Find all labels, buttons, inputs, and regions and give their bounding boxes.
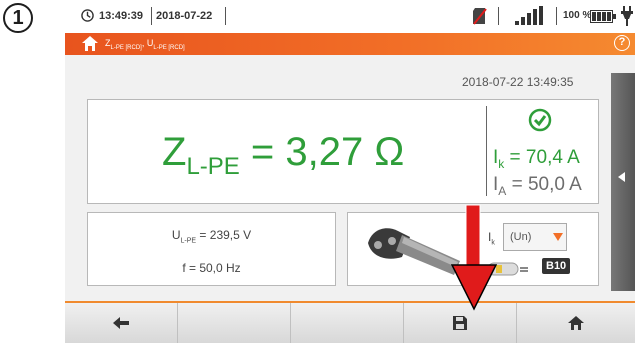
status-bar: 13:49:39 2018-07-22 100 % xyxy=(65,0,635,33)
battery-icon xyxy=(590,10,616,23)
clock-icon xyxy=(81,9,94,22)
separator xyxy=(556,7,557,25)
fuse-type-badge[interactable]: B10 xyxy=(542,258,571,274)
measurement-datetime: 2018-07-22 13:49:35 xyxy=(462,75,574,89)
dropdown-icon xyxy=(553,233,563,241)
separator xyxy=(498,7,499,25)
ik-dropdown[interactable]: (Un) xyxy=(503,223,567,251)
status-time: 13:49:39 xyxy=(99,10,144,22)
help-icon[interactable]: ? xyxy=(614,35,630,51)
home-button[interactable] xyxy=(517,303,635,343)
check-circle-icon xyxy=(528,108,552,132)
frequency-result: f = 50,0 Hz xyxy=(182,261,241,275)
ik-dropdown-value: (Un) xyxy=(510,231,532,243)
power-plug-icon xyxy=(621,6,633,26)
separator xyxy=(225,7,226,25)
side-panel-tab[interactable] xyxy=(611,73,635,291)
step-number-badge: 1 xyxy=(3,3,33,33)
voltage-frequency-panel: UL-PE = 239,5 V f = 50,0 Hz xyxy=(87,212,336,286)
battery-percent: 100 % xyxy=(563,10,592,21)
home-icon[interactable] xyxy=(81,35,99,52)
annotation-arrow xyxy=(451,205,497,311)
separator xyxy=(151,7,152,25)
ulpe-result: UL-PE = 239,5 V xyxy=(171,228,252,245)
ia-result: IA = 50,0 A xyxy=(493,174,582,198)
ik-result: Ik = 70,4 A xyxy=(493,147,580,171)
device-screen: 13:49:39 2018-07-22 100 % ZL-PE [RCD], U… xyxy=(65,0,635,343)
title-bar: ZL-PE [RCD], UL-PE [RCD] ? xyxy=(65,33,635,55)
nav-button-empty[interactable] xyxy=(291,303,404,343)
result-divider xyxy=(486,106,487,196)
chevron-left-icon xyxy=(618,172,625,182)
screen-title: ZL-PE [RCD], UL-PE [RCD] xyxy=(105,38,185,51)
sd-card-icon xyxy=(473,8,487,25)
zlpe-result: ZL-PE = 3,27 Ω xyxy=(162,130,405,180)
status-date: 2018-07-22 xyxy=(156,10,213,22)
main-result-panel: ZL-PE = 3,27 Ω Ik = 70,4 A IA = 50,0 A xyxy=(87,99,599,204)
home-icon xyxy=(568,316,584,330)
signal-icon xyxy=(515,6,543,25)
bottom-navigation xyxy=(65,301,635,343)
save-icon xyxy=(453,316,467,330)
nav-button-empty[interactable] xyxy=(178,303,291,343)
arrow-left-icon xyxy=(113,317,129,329)
back-button[interactable] xyxy=(65,303,178,343)
